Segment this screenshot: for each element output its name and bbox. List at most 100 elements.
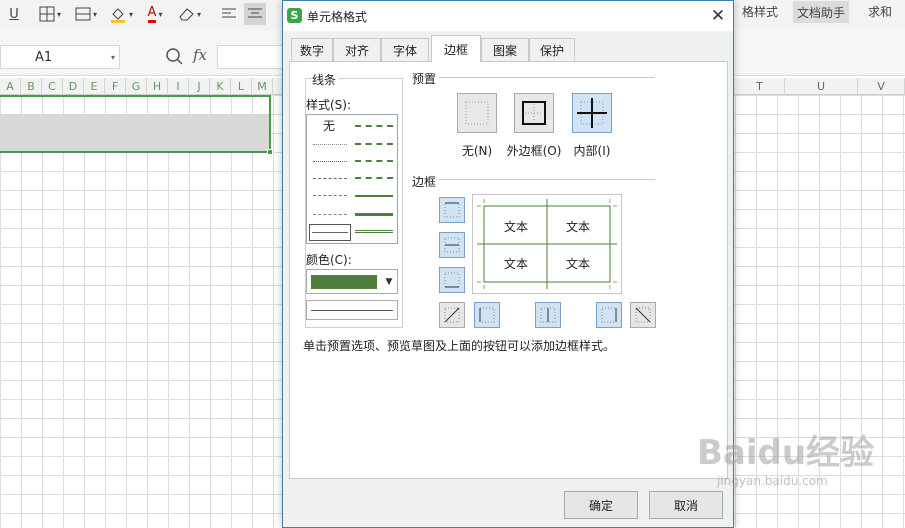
border-group-label: 边框 xyxy=(412,173,440,190)
border-bottom-button[interactable] xyxy=(439,267,465,293)
preset-none-button[interactable] xyxy=(457,93,497,133)
app-logo-icon: S xyxy=(287,8,302,23)
border-middle-vertical-icon xyxy=(540,307,556,323)
column-header[interactable]: B xyxy=(21,78,42,95)
line-style-list[interactable]: 无 xyxy=(306,114,398,244)
zoom-search-icon[interactable] xyxy=(165,47,183,69)
chevron-down-icon: ▾ xyxy=(110,52,115,62)
preset-inside-icon xyxy=(577,98,607,128)
name-box[interactable]: A1 ▾ xyxy=(0,45,120,69)
preset-none-icon xyxy=(465,101,489,125)
column-header[interactable]: H xyxy=(147,78,168,95)
column-header[interactable]: A xyxy=(0,78,21,95)
fill-color-button[interactable]: ▾ xyxy=(104,3,138,25)
line-style-medium-dashdot[interactable] xyxy=(355,160,393,162)
border-diagonal-down-button[interactable] xyxy=(630,302,656,328)
color-label: 颜色(C): xyxy=(306,251,355,268)
tab-number[interactable]: 数字 xyxy=(291,38,333,61)
border-divider xyxy=(415,179,655,180)
color-dropdown[interactable]: ▼ xyxy=(306,269,398,294)
border-preview[interactable]: 文本 文本 文本 文本 xyxy=(472,194,622,294)
font-color-button[interactable]: A ▾ xyxy=(140,3,170,25)
column-header[interactable]: I xyxy=(168,78,189,95)
border-top-button[interactable] xyxy=(439,197,465,223)
eraser-icon xyxy=(179,8,194,21)
line-style-dashed[interactable] xyxy=(313,214,347,215)
border-right-icon xyxy=(601,307,617,323)
preview-cell-text: 文本 xyxy=(566,220,591,234)
line-style-thin-selected[interactable] xyxy=(309,224,351,241)
line-style-none[interactable]: 无 xyxy=(323,117,335,134)
hint-text: 单击预置选项、预览草图及上面的按钮可以添加边框样式。 xyxy=(303,339,616,353)
watermark-url: jingyan.baidu.com xyxy=(717,474,828,488)
border-top-icon xyxy=(444,202,460,218)
line-style-double[interactable] xyxy=(355,230,393,233)
doc-assistant-button[interactable]: 文档助手 xyxy=(793,1,849,23)
column-header[interactable]: F xyxy=(105,78,126,95)
border-left-button[interactable] xyxy=(474,302,500,328)
border-right-button[interactable] xyxy=(596,302,622,328)
tab-alignment[interactable]: 对齐 xyxy=(333,38,381,61)
dialog-title: 单元格格式 xyxy=(307,10,368,24)
border-left-icon xyxy=(479,307,495,323)
conditional-format-button[interactable]: ▾ xyxy=(70,3,102,25)
borders-button[interactable]: ▾ xyxy=(32,3,68,25)
border-inside-vertical-button[interactable] xyxy=(535,302,561,328)
underline-button[interactable]: U xyxy=(4,3,24,25)
tab-border[interactable]: 边框 xyxy=(431,35,481,62)
border-middle-horizontal-icon xyxy=(444,237,460,253)
formula-input[interactable] xyxy=(217,45,287,69)
preview-cell-text: 文本 xyxy=(504,257,529,271)
column-header[interactable]: V xyxy=(858,78,905,95)
line-preview xyxy=(306,300,398,320)
preview-cell-text: 文本 xyxy=(566,257,591,271)
cancel-button[interactable]: 取消 xyxy=(649,491,723,519)
align-left-button[interactable] xyxy=(218,3,240,25)
column-header[interactable]: E xyxy=(84,78,105,95)
preset-outline-button[interactable] xyxy=(514,93,554,133)
line-style-thick[interactable] xyxy=(355,213,393,216)
border-bottom-icon xyxy=(444,272,460,288)
preview-cell-text: 文本 xyxy=(504,220,529,234)
column-header[interactable]: T xyxy=(735,78,785,95)
column-header[interactable]: K xyxy=(210,78,231,95)
preset-divider xyxy=(415,77,655,78)
chevron-down-icon: ▼ xyxy=(385,276,393,287)
column-header[interactable]: D xyxy=(63,78,84,95)
preset-inside-button[interactable] xyxy=(572,93,612,133)
preset-inside-label: 内部(I) xyxy=(573,144,611,158)
selection-border xyxy=(0,95,271,153)
line-style-dashdotdot[interactable] xyxy=(313,178,347,179)
clear-button[interactable]: ▾ xyxy=(174,3,204,25)
preset-outline-icon xyxy=(522,101,546,125)
format-style-button[interactable]: 格样式 xyxy=(735,0,785,22)
tab-font[interactable]: 字体 xyxy=(381,38,429,61)
tab-pattern[interactable]: 图案 xyxy=(481,38,529,61)
font-color-glyph: A xyxy=(147,5,157,23)
sum-button[interactable]: 求和 xyxy=(862,0,898,22)
line-style-dotted[interactable] xyxy=(313,161,347,162)
tab-protection[interactable]: 保护 xyxy=(529,38,575,61)
color-swatch xyxy=(311,275,377,289)
border-inside-horizontal-button[interactable] xyxy=(439,232,465,258)
diagonal-down-icon xyxy=(635,307,651,323)
column-header[interactable]: J xyxy=(189,78,210,95)
column-header[interactable]: M xyxy=(252,78,273,95)
column-header[interactable]: C xyxy=(42,78,63,95)
align-center-button[interactable] xyxy=(244,3,266,25)
ok-button[interactable]: 确定 xyxy=(564,491,638,519)
fx-button[interactable]: fx xyxy=(193,46,207,64)
close-icon[interactable]: ✕ xyxy=(707,5,729,27)
fill-handle[interactable] xyxy=(267,149,273,155)
line-style-medium-dashdotdot[interactable] xyxy=(355,143,393,145)
line-style-dashdot[interactable] xyxy=(313,195,347,196)
column-header[interactable]: U xyxy=(785,78,858,95)
column-header[interactable]: G xyxy=(126,78,147,95)
line-style-medium-dashed[interactable] xyxy=(355,125,393,127)
line-style-hair[interactable] xyxy=(313,144,347,145)
line-style-medium[interactable] xyxy=(355,195,393,197)
line-style-slant-dashdot[interactable] xyxy=(355,177,393,179)
border-diagonal-up-button[interactable] xyxy=(439,302,465,328)
preset-group-label: 预置 xyxy=(412,70,440,87)
column-header[interactable]: L xyxy=(231,78,252,95)
